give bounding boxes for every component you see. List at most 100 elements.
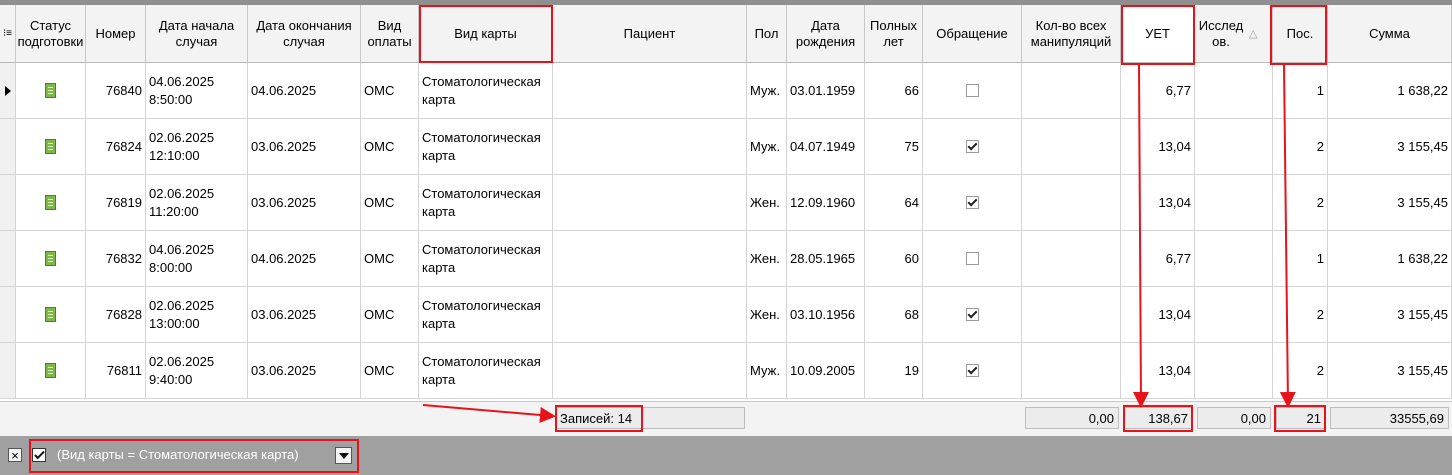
cell-card-type[interactable]: Стоматологическая карта bbox=[419, 287, 553, 343]
cell-number[interactable]: 76824 bbox=[86, 119, 146, 175]
cell-uet[interactable]: 13,04 bbox=[1121, 287, 1195, 343]
appeal-checkbox[interactable] bbox=[965, 308, 979, 321]
cell-payment[interactable]: ОМС bbox=[361, 119, 419, 175]
clear-filter-button[interactable]: × bbox=[8, 448, 22, 462]
cell-research[interactable] bbox=[1195, 119, 1273, 175]
cell-start[interactable]: 04.06.2025 8:50:00 bbox=[146, 63, 248, 119]
cell-end[interactable]: 03.06.2025 bbox=[248, 343, 361, 399]
cell-sex[interactable]: Жен. bbox=[747, 231, 787, 287]
column-header-patient[interactable]: Пациент bbox=[553, 5, 747, 63]
cell-birth[interactable]: 04.07.1949 bbox=[787, 119, 865, 175]
cell-sum[interactable]: 1 638,22 bbox=[1328, 63, 1452, 119]
cell-patient[interactable] bbox=[553, 287, 747, 343]
cell-status[interactable] bbox=[16, 175, 86, 231]
appeal-checkbox[interactable] bbox=[965, 140, 979, 153]
table-row[interactable]: 76828 02.06.2025 13:00:00 03.06.2025 ОМС Стом… bbox=[0, 287, 1452, 343]
cell-status[interactable] bbox=[16, 287, 86, 343]
cell-sex[interactable]: Муж. bbox=[747, 343, 787, 399]
cell-birth[interactable]: 12.09.1960 bbox=[787, 175, 865, 231]
table-row[interactable]: 76832 04.06.2025 8:00:00 04.06.2025 ОМС Стома… bbox=[0, 231, 1452, 287]
column-chooser-header[interactable]: ⁝≡ bbox=[0, 5, 16, 63]
appeal-checkbox[interactable] bbox=[965, 252, 979, 265]
cell-visits[interactable]: 2 bbox=[1273, 343, 1328, 399]
cell-patient[interactable] bbox=[553, 63, 747, 119]
cell-end[interactable]: 03.06.2025 bbox=[248, 175, 361, 231]
column-header-payment[interactable]: Вид оплаты bbox=[361, 5, 419, 63]
cell-status[interactable] bbox=[16, 231, 86, 287]
cell-uet[interactable]: 6,77 bbox=[1121, 231, 1195, 287]
appeal-checkbox[interactable] bbox=[965, 364, 979, 377]
cell-manip[interactable] bbox=[1022, 287, 1121, 343]
cell-age[interactable]: 68 bbox=[865, 287, 923, 343]
appeal-checkbox[interactable] bbox=[965, 84, 979, 97]
cell-start[interactable]: 02.06.2025 12:10:00 bbox=[146, 119, 248, 175]
cell-card-type[interactable]: Стоматологическая карта bbox=[419, 175, 553, 231]
cell-payment[interactable]: ОМС bbox=[361, 63, 419, 119]
cell-number[interactable]: 76819 bbox=[86, 175, 146, 231]
cell-research[interactable] bbox=[1195, 175, 1273, 231]
cell-appeal[interactable] bbox=[923, 175, 1022, 231]
cell-visits[interactable]: 1 bbox=[1273, 63, 1328, 119]
cell-age[interactable]: 66 bbox=[865, 63, 923, 119]
filter-history-dropdown[interactable] bbox=[335, 447, 352, 464]
column-header-end[interactable]: Дата окончания случая bbox=[248, 5, 361, 63]
cell-research[interactable] bbox=[1195, 287, 1273, 343]
cell-payment[interactable]: ОМС bbox=[361, 175, 419, 231]
column-header-uet[interactable]: УЕТ bbox=[1121, 5, 1195, 63]
cell-manip[interactable] bbox=[1022, 231, 1121, 287]
cell-payment[interactable]: ОМС bbox=[361, 343, 419, 399]
cell-card-type[interactable]: Стоматологическая карта bbox=[419, 231, 553, 287]
cell-research[interactable] bbox=[1195, 343, 1273, 399]
cell-card-type[interactable]: Стоматологическая карта bbox=[419, 343, 553, 399]
cell-uet[interactable]: 6,77 bbox=[1121, 63, 1195, 119]
column-header-sum[interactable]: Сумма bbox=[1328, 5, 1452, 63]
cell-birth[interactable]: 28.05.1965 bbox=[787, 231, 865, 287]
cell-sex[interactable]: Муж. bbox=[747, 63, 787, 119]
column-header-manip[interactable]: Кол-во всех манипуляций bbox=[1022, 5, 1121, 63]
cell-manip[interactable] bbox=[1022, 175, 1121, 231]
appeal-checkbox[interactable] bbox=[965, 196, 979, 209]
column-header-card-type[interactable]: Вид карты bbox=[419, 5, 553, 63]
cell-visits[interactable]: 2 bbox=[1273, 119, 1328, 175]
cell-patient[interactable] bbox=[553, 119, 747, 175]
column-header-sex[interactable]: Пол bbox=[747, 5, 787, 63]
cell-start[interactable]: 04.06.2025 8:00:00 bbox=[146, 231, 248, 287]
column-header-age[interactable]: Полных лет bbox=[865, 5, 923, 63]
cell-end[interactable]: 04.06.2025 bbox=[248, 231, 361, 287]
cell-appeal[interactable] bbox=[923, 343, 1022, 399]
cell-patient[interactable] bbox=[553, 175, 747, 231]
cell-payment[interactable]: ОМС bbox=[361, 287, 419, 343]
cell-number[interactable]: 76811 bbox=[86, 343, 146, 399]
cell-sum[interactable]: 3 155,45 bbox=[1328, 343, 1452, 399]
cell-patient[interactable] bbox=[553, 343, 747, 399]
cell-age[interactable]: 75 bbox=[865, 119, 923, 175]
column-header-appeal[interactable]: Обращение bbox=[923, 5, 1022, 63]
cell-status[interactable] bbox=[16, 63, 86, 119]
table-row[interactable]: 76840 04.06.2025 8:50:00 04.06.2025 ОМС Стома… bbox=[0, 63, 1452, 119]
cell-birth[interactable]: 03.01.1959 bbox=[787, 63, 865, 119]
cell-start[interactable]: 02.06.2025 9:40:00 bbox=[146, 343, 248, 399]
table-row[interactable]: 76824 02.06.2025 12:10:00 03.06.2025 ОМС Стом… bbox=[0, 119, 1452, 175]
cell-appeal[interactable] bbox=[923, 63, 1022, 119]
cell-end[interactable]: 03.06.2025 bbox=[248, 287, 361, 343]
cell-appeal[interactable] bbox=[923, 119, 1022, 175]
cell-manip[interactable] bbox=[1022, 63, 1121, 119]
cell-number[interactable]: 76832 bbox=[86, 231, 146, 287]
cell-age[interactable]: 64 bbox=[865, 175, 923, 231]
cell-uet[interactable]: 13,04 bbox=[1121, 343, 1195, 399]
cell-visits[interactable]: 2 bbox=[1273, 287, 1328, 343]
table-row[interactable]: 76811 02.06.2025 9:40:00 03.06.2025 ОМС Стома… bbox=[0, 343, 1452, 399]
column-header-visits[interactable]: Пос. bbox=[1273, 5, 1328, 63]
filter-enabled-checkbox[interactable] bbox=[32, 448, 46, 462]
cell-number[interactable]: 76828 bbox=[86, 287, 146, 343]
cell-age[interactable]: 60 bbox=[865, 231, 923, 287]
cell-age[interactable]: 19 bbox=[865, 343, 923, 399]
column-header-start[interactable]: Дата начала случая bbox=[146, 5, 248, 63]
cell-card-type[interactable]: Стоматологическая карта bbox=[419, 63, 553, 119]
column-header-status[interactable]: Статус подготовки bbox=[16, 5, 86, 63]
cell-sum[interactable]: 1 638,22 bbox=[1328, 231, 1452, 287]
cell-visits[interactable]: 1 bbox=[1273, 231, 1328, 287]
cell-sex[interactable]: Жен. bbox=[747, 175, 787, 231]
filter-expression[interactable]: (Вид карты = Стоматологическая карта) bbox=[57, 447, 299, 462]
cell-end[interactable]: 03.06.2025 bbox=[248, 119, 361, 175]
